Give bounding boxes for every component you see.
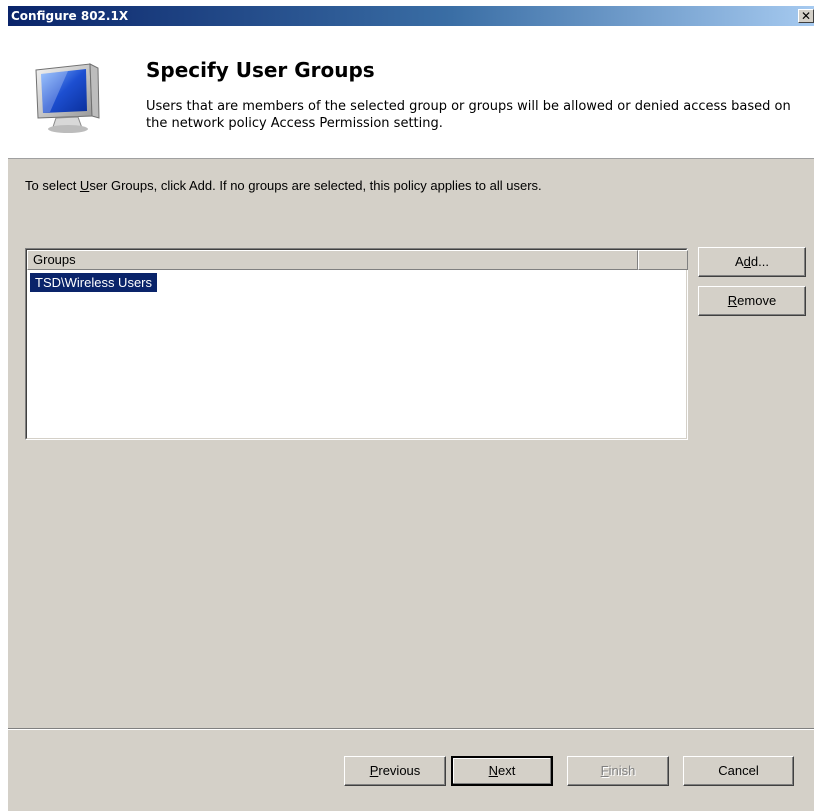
cancel-button[interactable]: Cancel: [683, 756, 794, 786]
list-item[interactable]: TSD\Wireless Users: [30, 273, 158, 292]
instruction-access-key: U: [79, 178, 90, 193]
next-button[interactable]: Next: [451, 756, 553, 786]
add-button[interactable]: Add...: [698, 247, 806, 277]
monitor-icon: [35, 63, 100, 133]
wizard-header: Specify User Groups Users that are membe…: [8, 26, 814, 159]
remove-label: emove: [737, 293, 777, 308]
window-title: Configure 802.1X: [11, 9, 129, 23]
finish-access-key: F: [600, 763, 609, 778]
configure-8021x-dialog: Configure 802.1X ✕ Specify User Groups U…: [8, 6, 814, 811]
page-title: Specify User Groups: [146, 58, 375, 82]
instruction-part: ser Groups, click Add. If no groups are …: [89, 178, 542, 193]
close-button[interactable]: ✕: [798, 9, 814, 23]
footer-divider: [8, 728, 814, 730]
next-access-key: N: [488, 763, 499, 778]
close-icon: ✕: [800, 9, 812, 23]
remove-button[interactable]: Remove: [698, 286, 806, 316]
title-bar[interactable]: Configure 802.1X ✕: [8, 6, 814, 26]
next-label: ext: [498, 763, 516, 778]
groups-list[interactable]: Groups TSD\Wireless Users: [25, 248, 688, 440]
groups-list-frame: Groups TSD\Wireless Users: [26, 249, 688, 439]
add-access-key: d: [743, 254, 751, 269]
instruction-part: To select: [25, 178, 80, 193]
previous-label: revious: [378, 763, 421, 778]
finish-label: inish: [608, 763, 636, 778]
instruction-text: To select User Groups, click Add. If no …: [25, 178, 542, 193]
blank-column-header[interactable]: [638, 250, 688, 270]
finish-button[interactable]: Finish: [567, 756, 669, 786]
add-label: A: [735, 254, 744, 269]
groups-column-header[interactable]: Groups: [27, 250, 638, 270]
page-description: Users that are members of the selected g…: [146, 99, 791, 131]
remove-access-key: R: [727, 293, 738, 308]
add-label: d...: [750, 254, 769, 269]
previous-button[interactable]: Previous: [344, 756, 446, 786]
